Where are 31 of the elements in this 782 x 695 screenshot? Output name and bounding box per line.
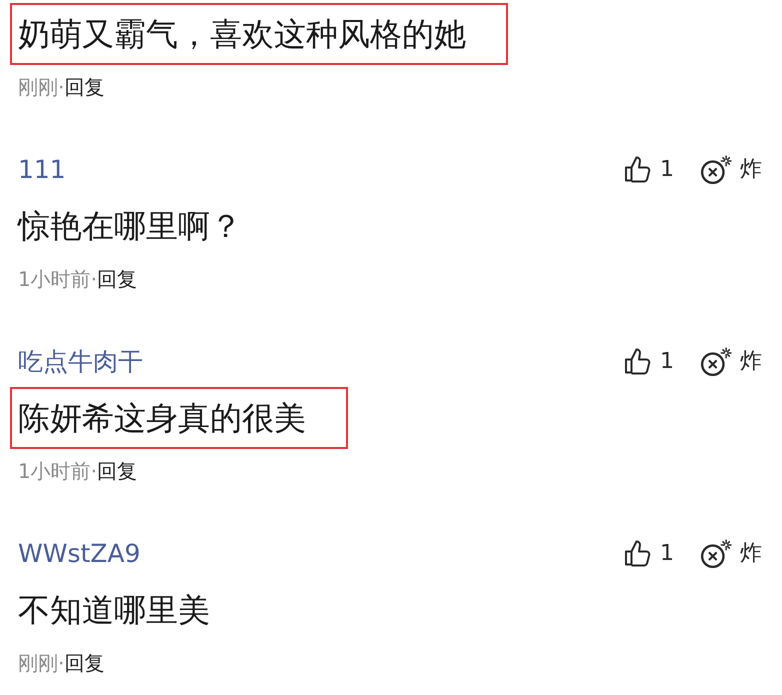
timestamp: 刚刚 — [18, 74, 58, 101]
timestamp: 刚刚 — [18, 650, 58, 677]
bomb-button[interactable]: 炸 — [700, 538, 762, 568]
bomb-icon — [700, 346, 732, 376]
thumbs-up-icon — [624, 347, 652, 375]
reply-link[interactable]: 回复 — [97, 457, 138, 485]
separator: · — [58, 74, 64, 101]
bomb-icon — [700, 154, 732, 184]
separator: · — [58, 650, 64, 677]
timestamp: 1小时前 — [18, 458, 91, 485]
thumbs-up-icon — [624, 539, 652, 567]
like-button[interactable]: 1 — [624, 539, 674, 567]
reply-link[interactable]: 回复 — [64, 73, 104, 101]
separator: · — [90, 458, 98, 485]
username-link[interactable]: 吃点牛肉干 — [18, 344, 143, 378]
separator: · — [90, 266, 98, 293]
timestamp: 1小时前 — [18, 266, 91, 293]
thumbs-up-icon — [624, 155, 652, 183]
reply-link[interactable]: 回复 — [97, 265, 138, 293]
comment-text: 不知道哪里美 — [17, 590, 211, 631]
like-button[interactable]: 1 — [624, 155, 674, 183]
comment-text: 陈妍希这身真的很美 — [10, 387, 348, 449]
comment-text: 惊艳在哪里啊？ — [16, 206, 243, 247]
reply-link[interactable]: 回复 — [64, 649, 104, 677]
bomb-icon — [700, 538, 732, 568]
bomb-button[interactable]: 炸 — [700, 154, 762, 184]
username-link[interactable]: WWstZA9 — [18, 538, 140, 568]
like-button[interactable]: 1 — [624, 347, 674, 375]
username-link[interactable]: 111 — [18, 154, 66, 184]
bomb-button[interactable]: 炸 — [700, 346, 762, 376]
comment-text: 奶萌又霸气，喜欢这种风格的她 — [10, 3, 508, 65]
